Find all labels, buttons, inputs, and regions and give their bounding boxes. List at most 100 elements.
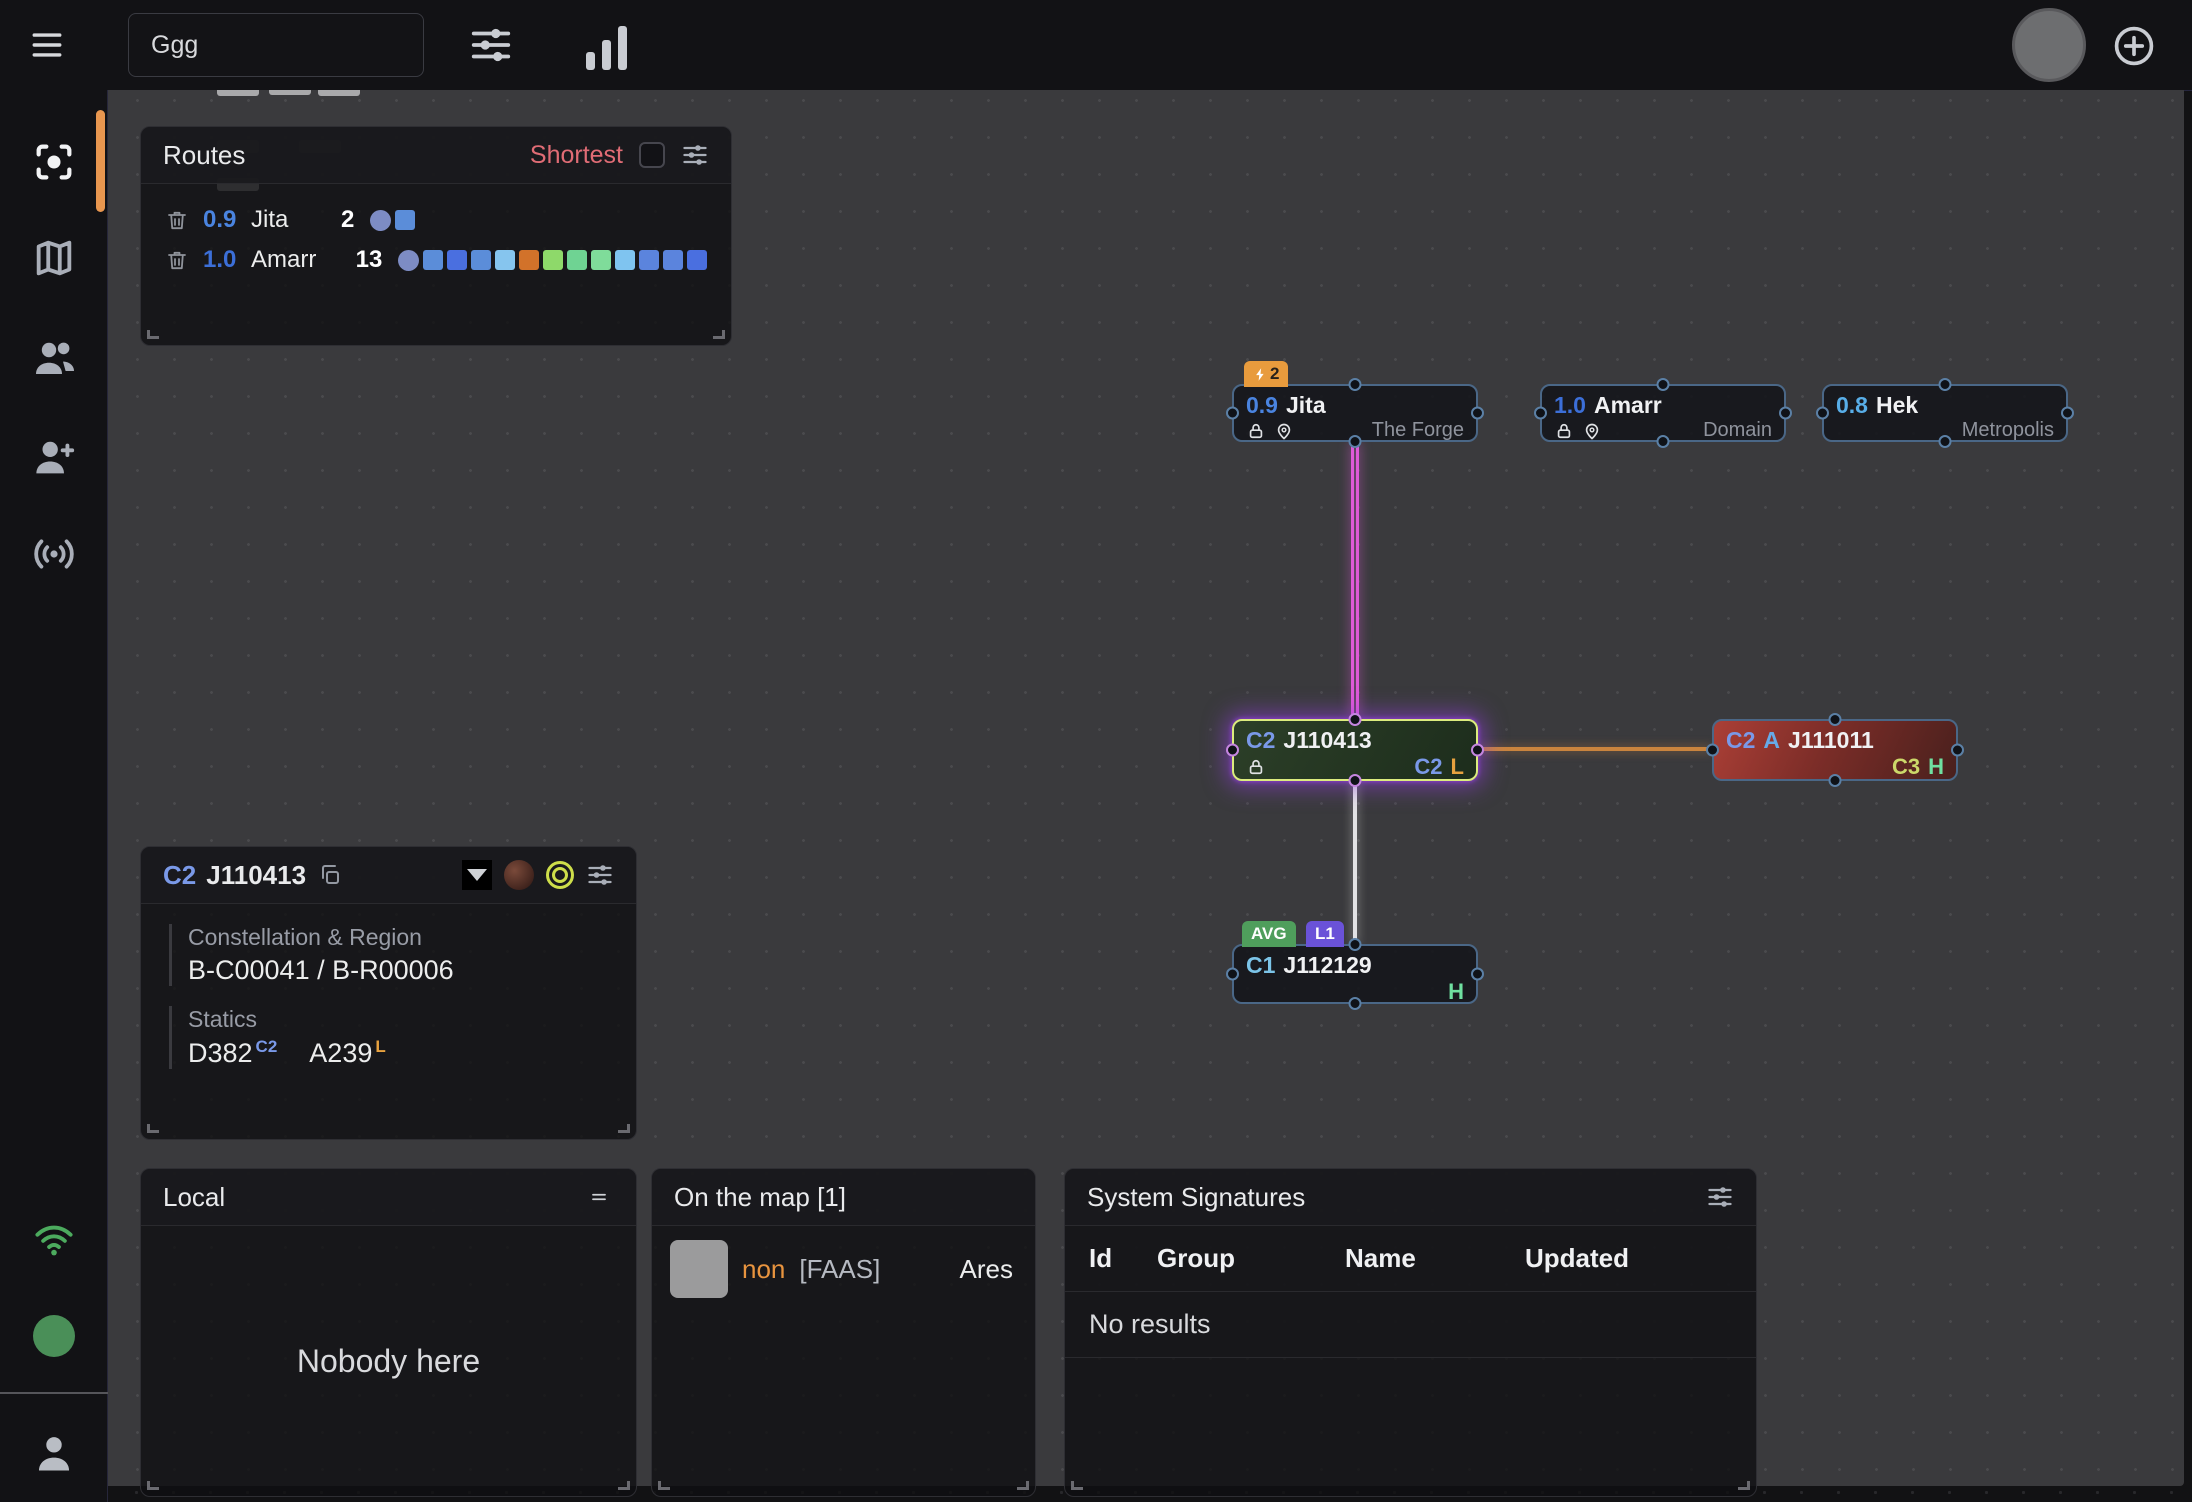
constellation-label: Constellation & Region — [188, 924, 636, 951]
connection-j110413-j112129[interactable] — [1353, 779, 1357, 944]
bolt-icon — [1253, 367, 1268, 382]
map-settings-icon[interactable] — [468, 22, 514, 68]
delete-route-icon[interactable] — [165, 248, 189, 272]
system-portrait — [504, 860, 534, 890]
copy-icon[interactable] — [318, 863, 342, 887]
static-entry: A239L — [309, 1038, 385, 1068]
system-node-jita[interactable]: 2 0.9 Jita The Forge — [1232, 384, 1478, 442]
node-handle[interactable] — [1779, 407, 1792, 420]
sidebar-item-profile[interactable] — [0, 1408, 108, 1500]
node-handle[interactable] — [1706, 744, 1719, 757]
route-row-jita[interactable]: 0.9 Jita 2 — [141, 200, 731, 240]
resize-handle[interactable] — [1071, 1477, 1084, 1490]
resize-handle[interactable] — [617, 1477, 630, 1490]
person-icon — [32, 1432, 76, 1476]
faction-logo — [462, 860, 492, 890]
node-handle[interactable] — [1349, 997, 1362, 1010]
sidebar-item-broadcast[interactable] — [0, 508, 108, 600]
route-row-amarr[interactable]: 1.0 Amarr 13 — [141, 240, 731, 280]
node-handle[interactable] — [1816, 407, 1829, 420]
system-name: Amarr — [1594, 392, 1662, 418]
node-handle[interactable] — [1226, 744, 1239, 757]
connection-j110413-j111011[interactable] — [1478, 747, 1712, 751]
node-handle[interactable] — [1829, 713, 1842, 726]
sidebar-item-follow[interactable] — [0, 412, 108, 504]
system-settings-icon[interactable] — [586, 861, 614, 889]
node-handle[interactable] — [1471, 744, 1484, 757]
lock-icon — [1554, 421, 1574, 441]
node-handle[interactable] — [2061, 407, 2074, 420]
node-handle[interactable] — [1349, 713, 1362, 726]
constellation-value: B-C00041 / B-R00006 — [188, 955, 636, 986]
column-group[interactable]: Group — [1157, 1243, 1345, 1274]
node-handle[interactable] — [1226, 407, 1239, 420]
system-node-hek[interactable]: 0.8 Hek Metropolis — [1822, 384, 2068, 442]
system-name: Jita — [1286, 392, 1326, 418]
node-handle[interactable] — [1349, 774, 1362, 787]
node-handle[interactable] — [1534, 407, 1547, 420]
sidebar-item-characters[interactable] — [0, 312, 108, 404]
map-select[interactable]: Ggg — [128, 13, 424, 77]
route-jump-square — [447, 250, 467, 270]
static-security: H — [1928, 754, 1944, 780]
node-handle[interactable] — [1226, 968, 1239, 981]
local-menu-icon[interactable] — [584, 1188, 614, 1206]
signatures-settings-icon[interactable] — [1706, 1183, 1734, 1211]
node-handle[interactable] — [1349, 378, 1362, 391]
chart-bar — [602, 40, 611, 70]
resize-handle[interactable] — [147, 1120, 160, 1133]
node-handle[interactable] — [1471, 407, 1484, 420]
resize-handle[interactable] — [147, 1477, 160, 1490]
node-handle[interactable] — [1829, 774, 1842, 787]
routes-settings-icon[interactable] — [681, 141, 709, 169]
resize-handle[interactable] — [617, 1120, 630, 1133]
system-node-j110413[interactable]: C2 J110413 C2 L — [1232, 719, 1478, 781]
user-avatar[interactable] — [2012, 8, 2086, 82]
resize-handle[interactable] — [658, 1477, 671, 1490]
selected-system-name: J110413 — [206, 860, 306, 891]
node-handle[interactable] — [1471, 968, 1484, 981]
node-handle[interactable] — [1657, 378, 1670, 391]
column-name[interactable]: Name — [1345, 1243, 1525, 1274]
node-handle[interactable] — [1939, 435, 1952, 448]
system-node-j112129[interactable]: AVG L1 C1 J112129 H — [1232, 944, 1478, 1004]
connection-status — [0, 1194, 108, 1286]
sidebar-item-tracking[interactable] — [0, 116, 108, 208]
node-handle[interactable] — [1951, 744, 1964, 757]
system-node-j111011[interactable]: C2 A J111011 C3 H — [1712, 719, 1958, 781]
chart-bar — [586, 52, 595, 70]
wormhole-class: C1 — [1246, 952, 1275, 978]
resize-handle[interactable] — [712, 326, 725, 339]
static-entry: D382C2 — [188, 1038, 277, 1068]
security-status: 0.8 — [1836, 392, 1868, 418]
resize-handle[interactable] — [147, 326, 160, 339]
node-handle[interactable] — [1349, 938, 1362, 951]
sidebar-item-maps[interactable] — [0, 212, 108, 304]
presence-status[interactable] — [0, 1290, 108, 1382]
region-name: The Forge — [1372, 419, 1464, 442]
resize-handle[interactable] — [1737, 1477, 1750, 1490]
activity-chart-icon[interactable] — [586, 20, 632, 70]
route-destination[interactable]: Amarr — [251, 246, 316, 274]
column-updated[interactable]: Updated — [1525, 1243, 1629, 1274]
column-id[interactable]: Id — [1065, 1243, 1157, 1274]
wifi-icon — [33, 1219, 75, 1261]
pilot-row[interactable]: non [FAAS] Ares — [652, 1226, 1035, 1298]
system-tag: A — [1763, 727, 1780, 753]
route-mode-label[interactable]: Shortest — [530, 141, 623, 170]
route-segments — [398, 250, 707, 271]
route-destination[interactable]: Jita — [251, 206, 288, 234]
node-handle[interactable] — [1349, 435, 1362, 448]
hamburger-menu-icon[interactable] — [24, 28, 70, 62]
route-jump-count: 2 — [288, 206, 354, 234]
wormhole-effect-icon — [546, 861, 574, 889]
node-handle[interactable] — [1939, 378, 1952, 391]
route-mode-checkbox[interactable] — [639, 142, 665, 168]
resize-handle[interactable] — [1016, 1477, 1029, 1490]
add-button[interactable] — [2112, 24, 2156, 68]
delete-route-icon[interactable] — [165, 208, 189, 232]
system-node-amarr[interactable]: 1.0 Amarr Domain — [1540, 384, 1786, 442]
node-handle[interactable] — [1657, 435, 1670, 448]
selected-system-class: C2 — [163, 860, 196, 891]
connection-jita-j110413[interactable] — [1351, 442, 1359, 719]
